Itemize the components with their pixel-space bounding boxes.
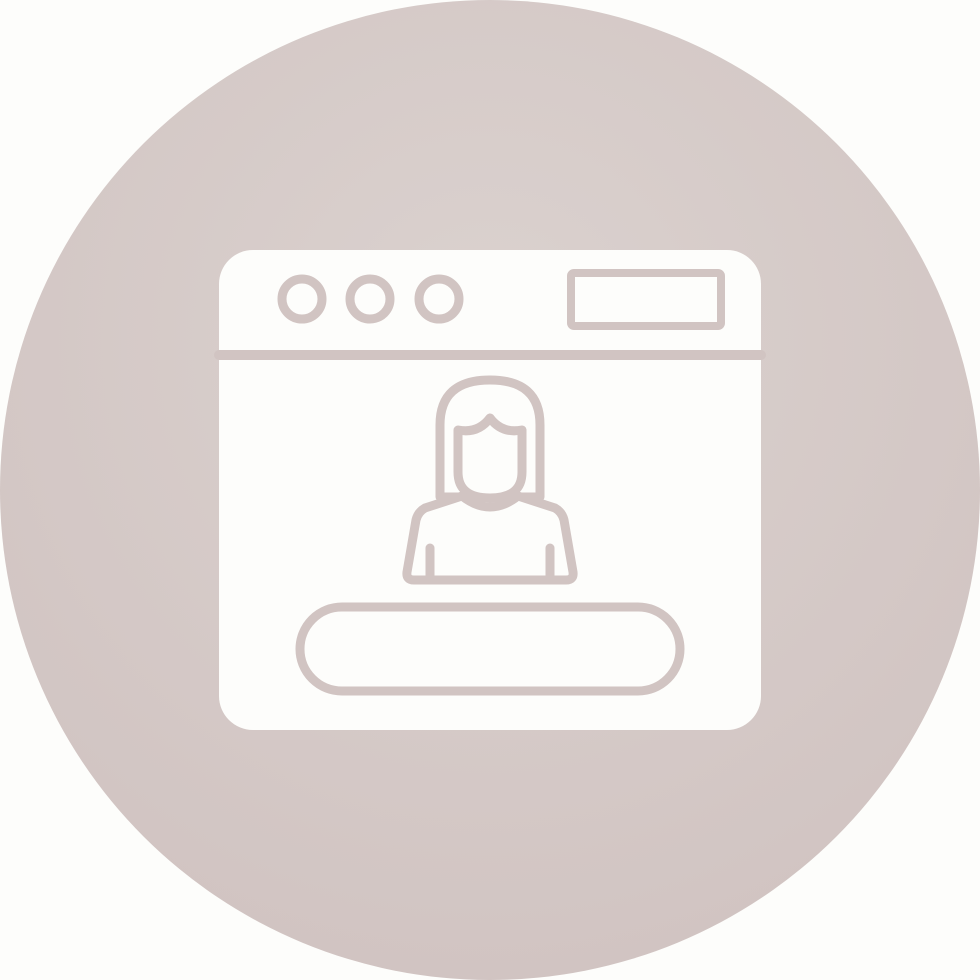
browser-window-icon [214, 250, 766, 730]
web-profile-icon [0, 0, 980, 980]
input-bar-icon [295, 602, 685, 696]
window-dot-icon [277, 274, 327, 324]
icon-canvas [0, 0, 980, 980]
address-bar-icon [567, 269, 725, 330]
window-dot-icon [414, 274, 464, 324]
window-dot-icon [345, 274, 395, 324]
user-face [453, 413, 527, 503]
